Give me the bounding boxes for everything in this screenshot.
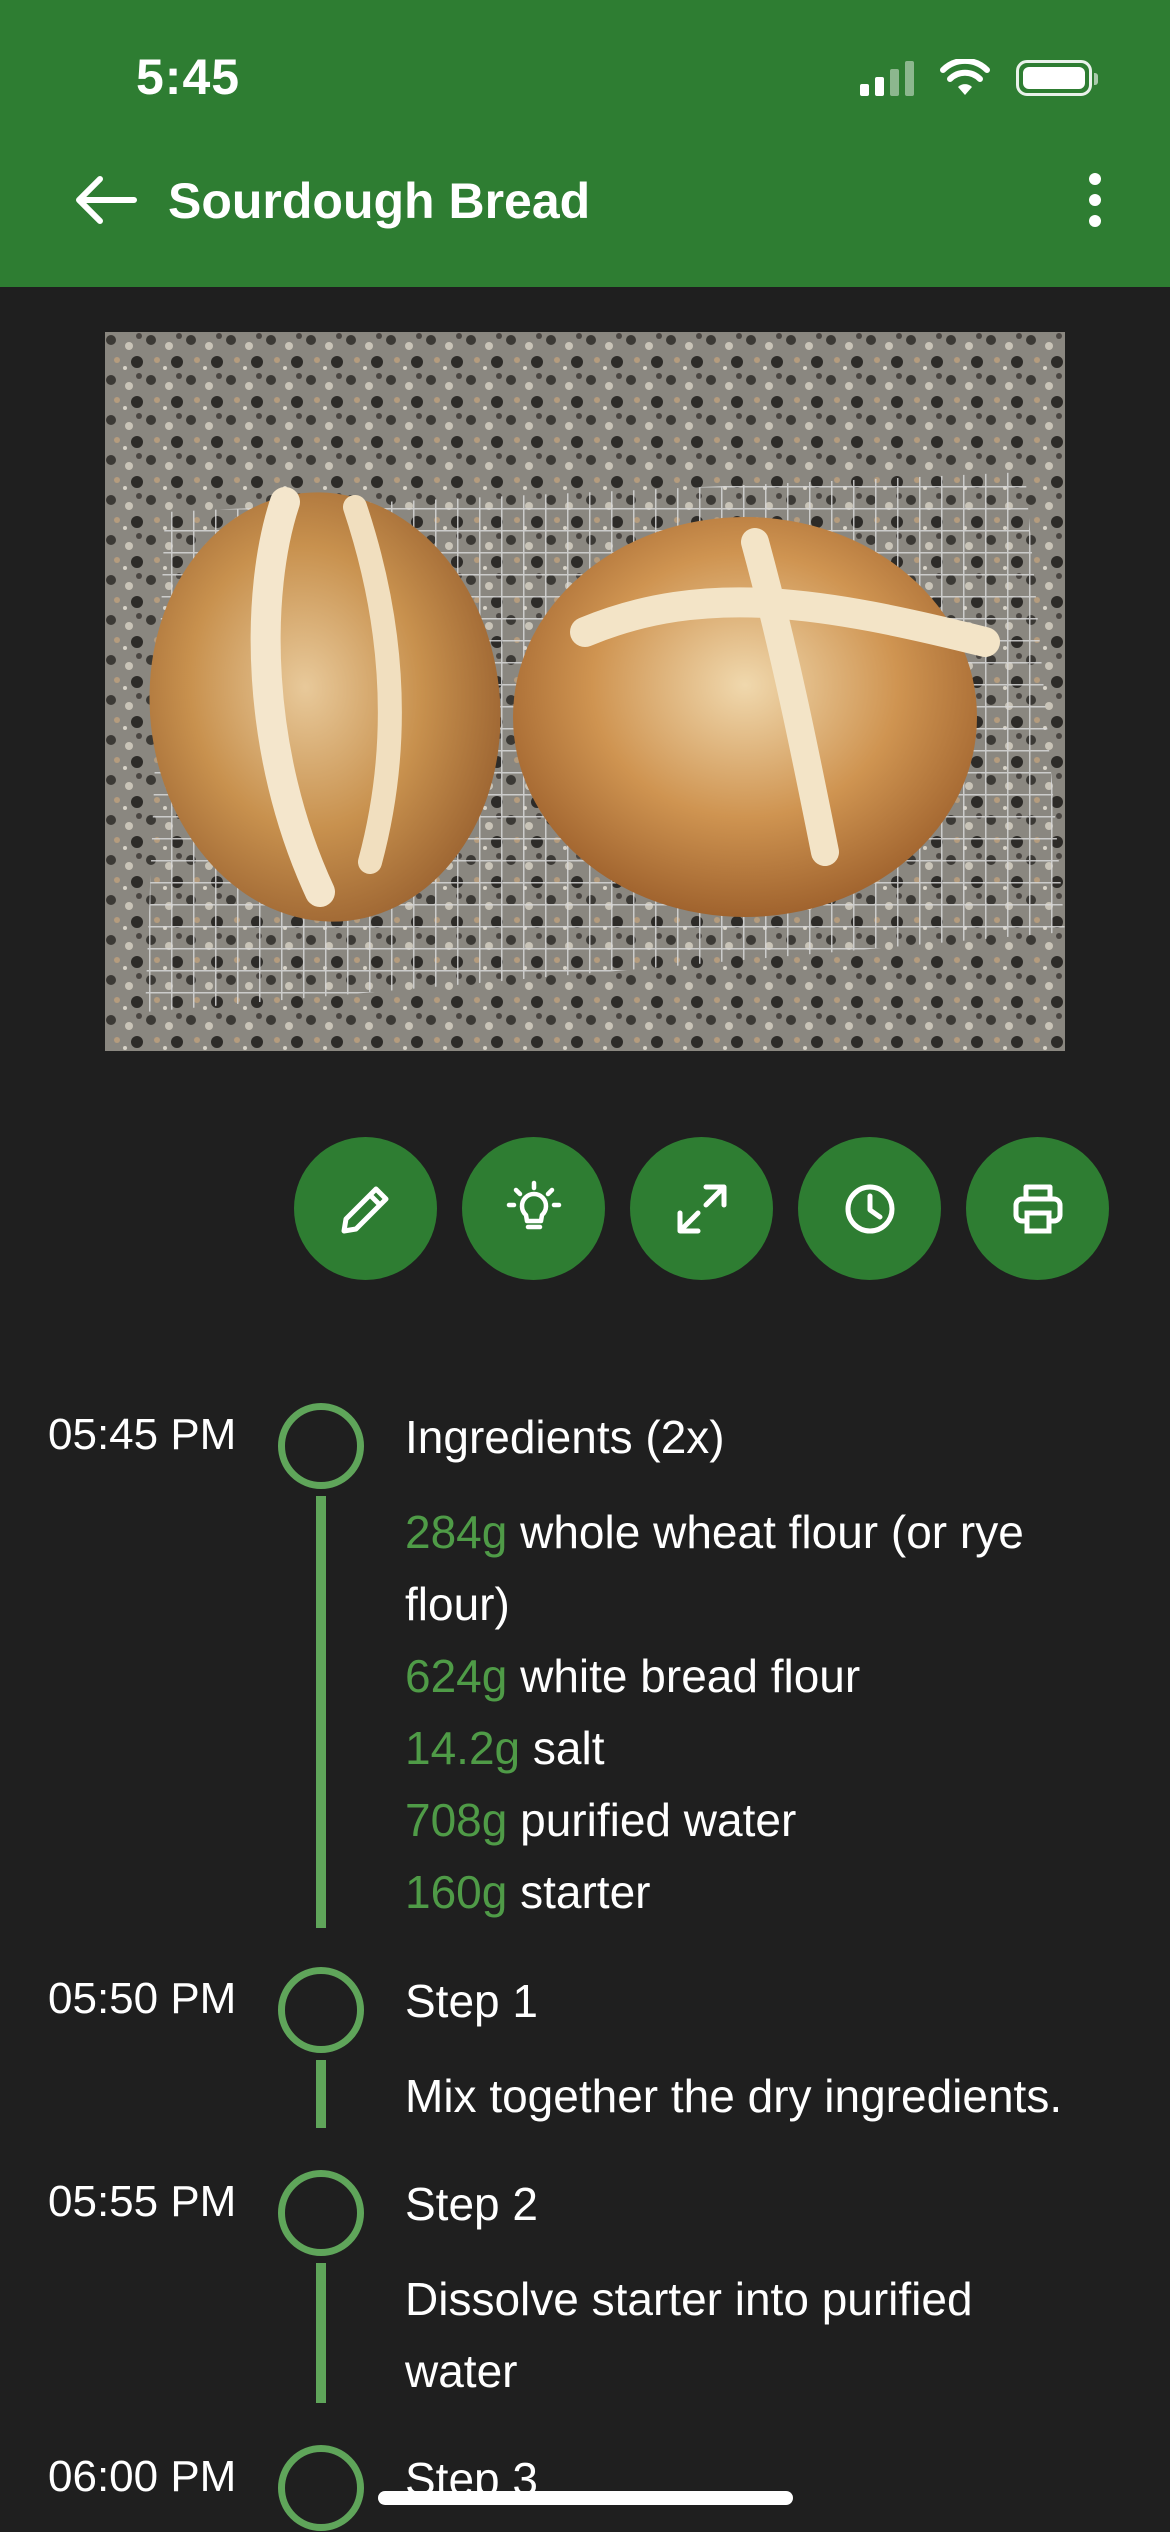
lightbulb-icon xyxy=(506,1180,561,1229)
timeline-step-checkbox[interactable] xyxy=(278,2170,364,2256)
app-bar: 5:45 Sourdough Bread xyxy=(0,0,1170,287)
recipe-photo[interactable] xyxy=(105,332,1065,1051)
recipe-actions xyxy=(294,1137,1109,1280)
timeline-time: 06:00 PM xyxy=(48,2452,237,2501)
ingredient-item: 708g purified water xyxy=(405,1784,1105,1856)
ingredient-name: salt xyxy=(532,1722,605,1774)
cellular-signal-icon xyxy=(860,60,914,96)
status-time: 5:45 xyxy=(136,49,241,105)
ingredient-item: 160g starter xyxy=(405,1856,1105,1928)
back-button[interactable] xyxy=(70,168,142,232)
pencil-icon xyxy=(341,1186,388,1233)
timeline-step-checkbox[interactable] xyxy=(278,1403,364,1489)
timeline-title: Ingredients (2x) xyxy=(405,1411,725,1463)
clock-icon xyxy=(845,1184,894,1233)
ingredients-list: 284g whole wheat flour (or rye flour) 62… xyxy=(405,1496,1105,1928)
timeline-title: Step 2 xyxy=(405,2178,538,2230)
step-description: Dissolve starter into purified water xyxy=(405,2273,973,2397)
timeline-connector xyxy=(316,2263,326,2403)
page-title: Sourdough Bread xyxy=(168,173,591,229)
timeline-connector xyxy=(316,2060,326,2128)
arrow-left-icon xyxy=(76,176,137,224)
printer-icon xyxy=(1013,1184,1062,1233)
timeline-step-checkbox[interactable] xyxy=(278,2445,364,2531)
battery-icon xyxy=(1016,60,1098,96)
print-button[interactable] xyxy=(966,1137,1109,1280)
timeline-connector xyxy=(316,1496,326,1928)
wifi-icon xyxy=(940,59,990,95)
more-vert-icon xyxy=(1089,173,1101,227)
tips-button[interactable] xyxy=(462,1137,605,1280)
ingredient-name: white bread flour xyxy=(520,1650,861,1702)
ingredient-item: 624g white bread flour xyxy=(405,1640,1105,1712)
ingredient-quantity: 160g xyxy=(405,1866,508,1918)
ingredient-name: starter xyxy=(520,1866,651,1918)
ingredient-item: 14.2g salt xyxy=(405,1712,1105,1784)
ingredient-quantity: 284g xyxy=(405,1506,508,1558)
fullscreen-button[interactable] xyxy=(630,1137,773,1280)
timeline-time: 05:45 PM xyxy=(48,1410,237,1459)
ingredient-name: purified water xyxy=(520,1794,797,1846)
timeline-time: 05:50 PM xyxy=(48,1974,237,2023)
overflow-menu-button[interactable] xyxy=(1060,165,1130,235)
ingredient-quantity: 624g xyxy=(405,1650,508,1702)
expand-icon xyxy=(677,1184,726,1233)
recipe-screen: 5:45 Sourdough Bread 05:45 PM Ingredient… xyxy=(0,0,1170,2532)
edit-button[interactable] xyxy=(294,1137,437,1280)
ingredient-item: 284g whole wheat flour (or rye flour) xyxy=(405,1496,1105,1640)
step-description: Mix together the dry ingredients. xyxy=(405,2070,1063,2122)
timer-button[interactable] xyxy=(798,1137,941,1280)
status-icons xyxy=(860,56,1098,100)
ingredient-quantity: 708g xyxy=(405,1794,508,1846)
bread-image xyxy=(105,332,1065,1051)
timeline-time: 05:55 PM xyxy=(48,2177,237,2226)
timeline-title: Step 1 xyxy=(405,1975,538,2027)
timeline-step-checkbox[interactable] xyxy=(278,1967,364,2053)
ingredient-quantity: 14.2g xyxy=(405,1722,521,1774)
home-indicator[interactable] xyxy=(378,2491,793,2505)
